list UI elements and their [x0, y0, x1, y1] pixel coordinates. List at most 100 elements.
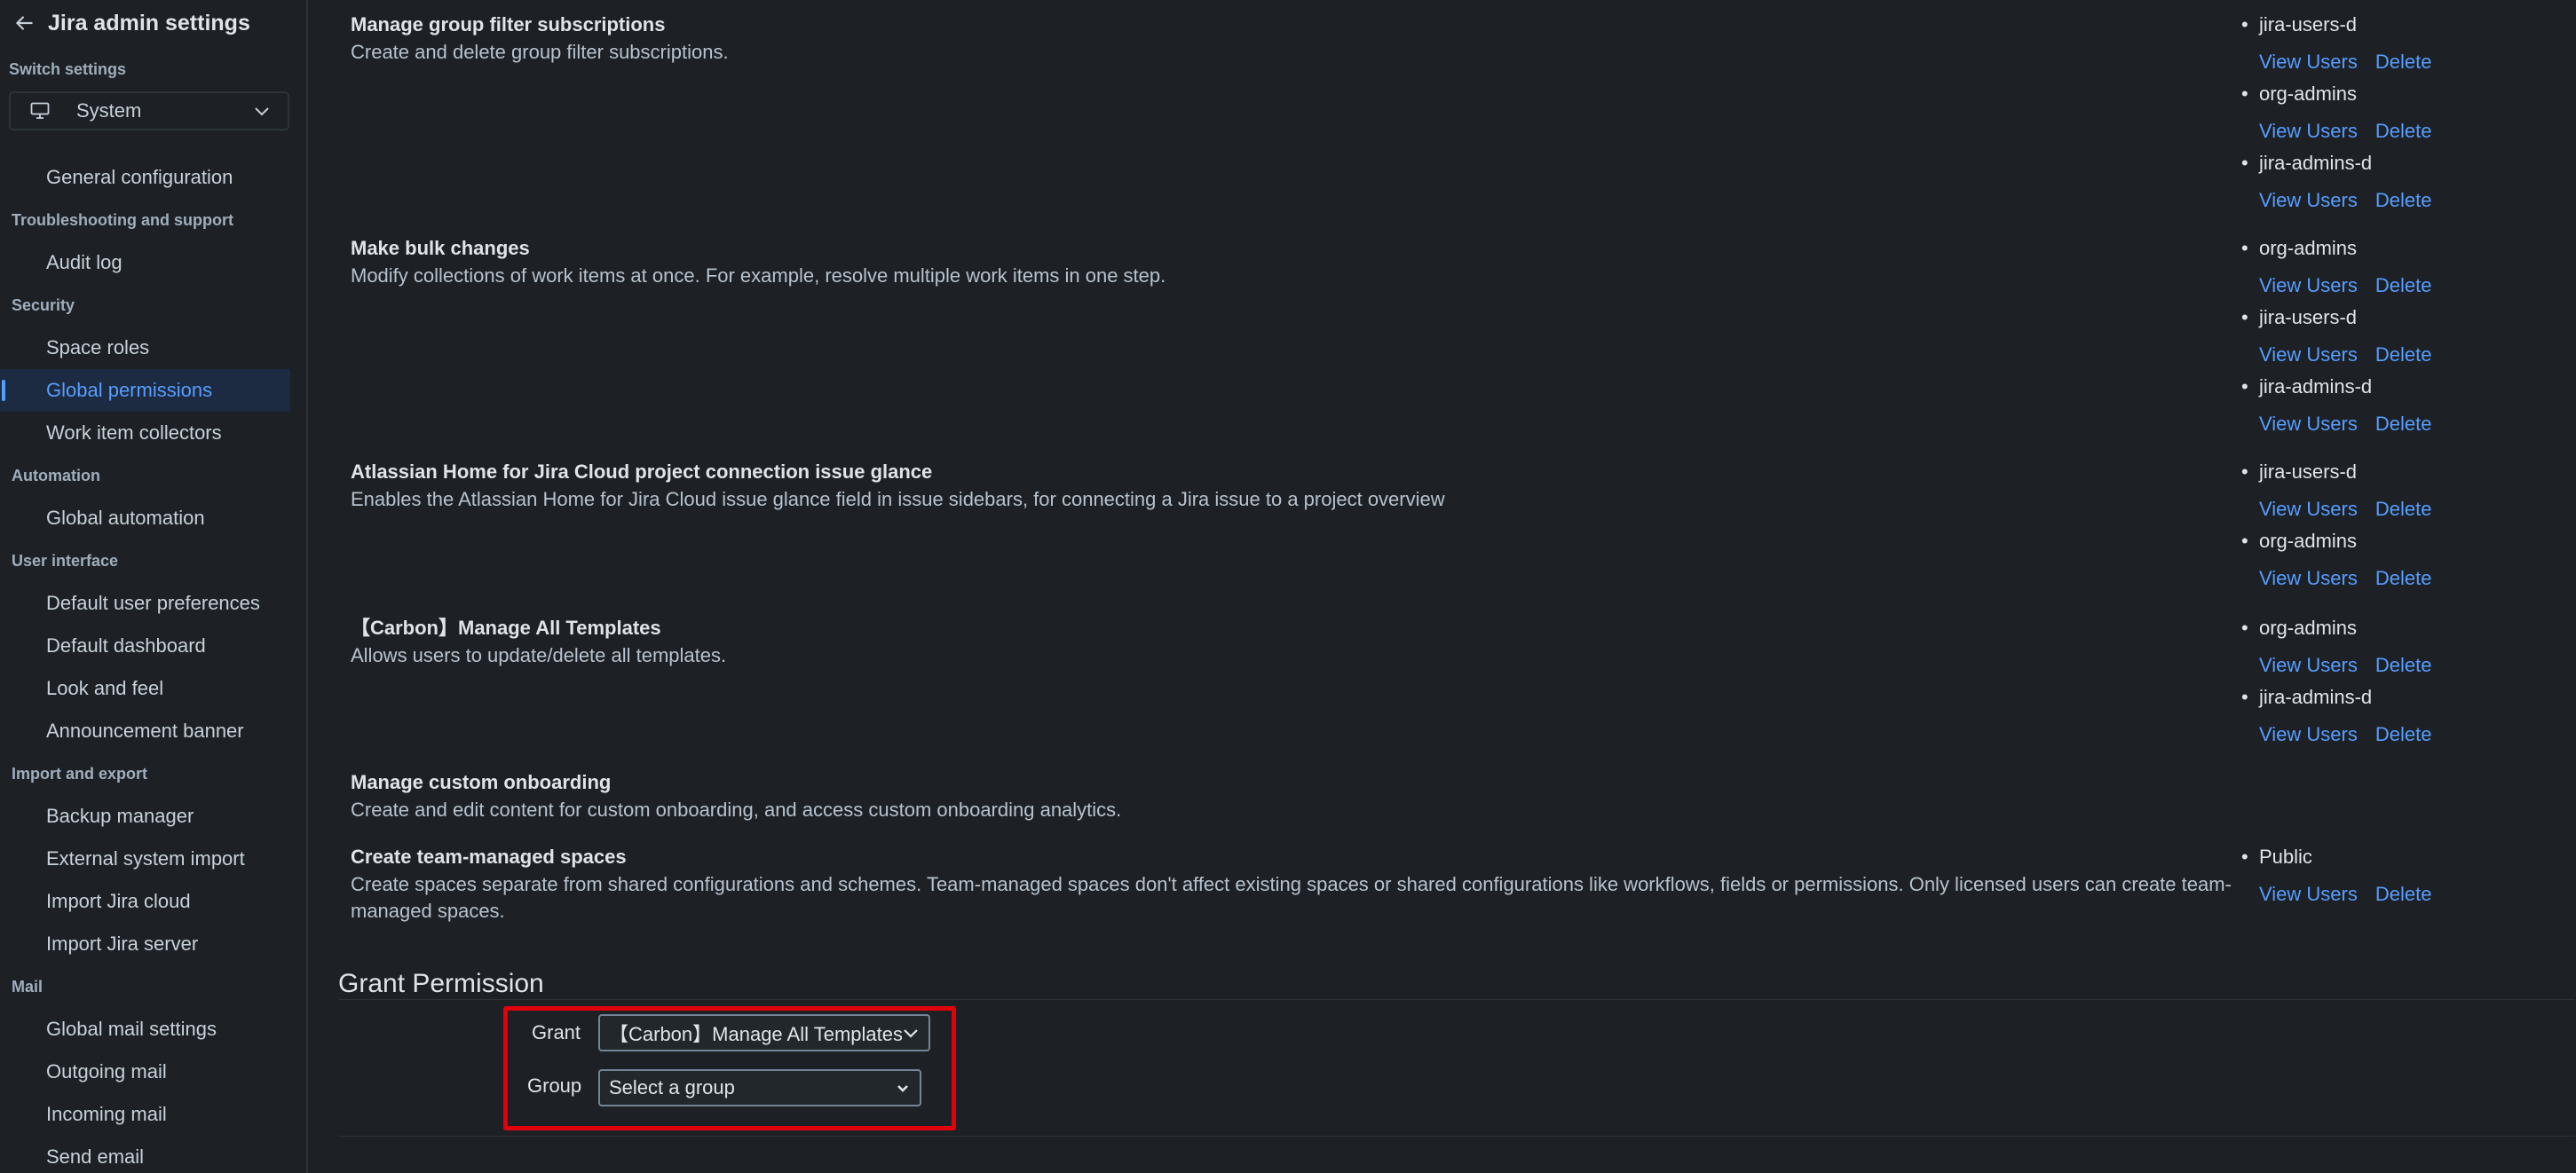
- sidebar-item-work-item-collectors[interactable]: Work item collectors: [0, 412, 290, 454]
- sidebar-item-default-dashboard[interactable]: Default dashboard: [0, 625, 290, 667]
- sidebar-item-import-jira-cloud[interactable]: Import Jira cloud: [0, 880, 290, 923]
- back-arrow-icon[interactable]: [12, 11, 37, 35]
- group-name: jira-users-d: [2241, 305, 2525, 330]
- permission-title: 【Carbon】Manage All Templates: [351, 617, 661, 639]
- monitor-icon: [30, 101, 53, 121]
- delete-link[interactable]: Delete: [2375, 343, 2432, 366]
- grant-permission-form: Grant 【Carbon】Manage All Templates Group…: [503, 1006, 956, 1130]
- view-users-link[interactable]: View Users: [2259, 51, 2358, 73]
- delete-link[interactable]: Delete: [2375, 498, 2432, 520]
- group-name: org-admins: [2241, 236, 2525, 261]
- sidebar-item-global-permissions[interactable]: Global permissions: [0, 369, 290, 412]
- group-actions: View Users Delete: [2241, 882, 2525, 907]
- view-users-link[interactable]: View Users: [2259, 654, 2358, 676]
- sidebar-item-space-roles[interactable]: Space roles: [0, 327, 290, 369]
- delete-link[interactable]: Delete: [2375, 654, 2432, 676]
- nav-section-heading: Security: [12, 295, 75, 314]
- divider: [338, 999, 2575, 1000]
- group-entry: jira-admins-d View Users Delete: [2241, 685, 2525, 754]
- view-users-link[interactable]: View Users: [2259, 883, 2358, 905]
- sidebar-item-global-mail-settings[interactable]: Global mail settings: [0, 1008, 290, 1051]
- permission-description: Allows users to update/delete all templa…: [351, 644, 727, 666]
- group-entry: Public View Users Delete: [2241, 845, 2525, 914]
- permission-groups: jira-users-d View Users Delete org-admins Vi…: [2241, 12, 2525, 220]
- main-content: Manage group filter subscriptions Create …: [308, 0, 2576, 1173]
- sidebar-nav: General configuration Troubleshooting and…: [0, 156, 306, 1173]
- group-actions: View Users Delete: [2241, 188, 2525, 213]
- delete-link[interactable]: Delete: [2375, 51, 2432, 73]
- view-users-link[interactable]: View Users: [2259, 274, 2358, 296]
- grant-select[interactable]: 【Carbon】Manage All Templates: [598, 1014, 930, 1051]
- sidebar-item-audit-log[interactable]: Audit log: [0, 241, 290, 284]
- permission-title: Atlassian Home for Jira Cloud project co…: [351, 461, 933, 483]
- grant-permission-heading: Grant Permission: [338, 969, 544, 998]
- delete-link[interactable]: Delete: [2375, 723, 2432, 745]
- chevron-down-icon: [254, 106, 270, 116]
- group-label: Group: [527, 1075, 582, 1097]
- nav-section-heading: Troubleshooting and support: [12, 210, 233, 229]
- view-users-link[interactable]: View Users: [2259, 413, 2358, 435]
- chevron-down-icon: [902, 1025, 920, 1041]
- sidebar-item-global-automation[interactable]: Global automation: [0, 497, 290, 539]
- chevron-down-icon: [895, 1080, 911, 1096]
- group-name: org-admins: [2241, 616, 2525, 641]
- group-name: jira-admins-d: [2241, 374, 2525, 399]
- settings-switcher[interactable]: System: [9, 91, 289, 130]
- sidebar: Jira admin settings Switch settings Syst…: [0, 0, 308, 1173]
- group-name: jira-admins-d: [2241, 151, 2525, 176]
- sidebar-item-look-and-feel[interactable]: Look and feel: [0, 667, 290, 710]
- sidebar-item-general-configuration[interactable]: General configuration: [0, 156, 290, 199]
- group-actions: View Users Delete: [2241, 497, 2525, 522]
- sidebar-item-announcement-banner[interactable]: Announcement banner: [0, 710, 290, 752]
- permission-title: Manage custom onboarding: [351, 771, 612, 793]
- view-users-link[interactable]: View Users: [2259, 498, 2358, 520]
- view-users-link[interactable]: View Users: [2259, 723, 2358, 745]
- sidebar-item-default-user-preferences[interactable]: Default user preferences: [0, 582, 290, 625]
- sidebar-item-outgoing-mail[interactable]: Outgoing mail: [0, 1051, 290, 1093]
- delete-link[interactable]: Delete: [2375, 883, 2432, 905]
- group-select[interactable]: Select a group: [598, 1069, 921, 1106]
- sidebar-item-send-email[interactable]: Send email: [0, 1136, 290, 1173]
- group-entry: jira-users-d View Users Delete: [2241, 305, 2525, 374]
- group-actions: View Users Delete: [2241, 119, 2525, 144]
- permission-info: Manage group filter subscriptions Create …: [351, 12, 2277, 66]
- divider: [338, 1136, 2575, 1137]
- permission-title: Make bulk changes: [351, 237, 530, 259]
- group-entry: jira-admins-d View Users Delete: [2241, 374, 2525, 444]
- permission-info: Atlassian Home for Jira Cloud project co…: [351, 460, 2277, 513]
- permission-groups: org-admins View Users Delete jira-admins-d V…: [2241, 616, 2525, 754]
- view-users-link[interactable]: View Users: [2259, 189, 2358, 211]
- group-name: jira-users-d: [2241, 460, 2525, 484]
- group-actions: View Users Delete: [2241, 50, 2525, 75]
- group-name: jira-users-d: [2241, 12, 2525, 37]
- delete-link[interactable]: Delete: [2375, 567, 2432, 589]
- view-users-link[interactable]: View Users: [2259, 567, 2358, 589]
- sidebar-item-backup-manager[interactable]: Backup manager: [0, 795, 290, 838]
- group-actions: View Users Delete: [2241, 722, 2525, 747]
- group-entry: org-admins View Users Delete: [2241, 236, 2525, 305]
- permission-description: Create and edit content for custom onboa…: [351, 799, 1122, 821]
- delete-link[interactable]: Delete: [2375, 413, 2432, 435]
- permission-groups: jira-users-d View Users Delete org-admins Vi…: [2241, 460, 2525, 598]
- group-actions: View Users Delete: [2241, 566, 2525, 591]
- group-entry: jira-users-d View Users Delete: [2241, 460, 2525, 529]
- view-users-link[interactable]: View Users: [2259, 343, 2358, 366]
- delete-link[interactable]: Delete: [2375, 189, 2432, 211]
- view-users-link[interactable]: View Users: [2259, 120, 2358, 142]
- sidebar-item-external-system-import[interactable]: External system import: [0, 838, 290, 880]
- group-entry: org-admins View Users Delete: [2241, 529, 2525, 598]
- group-entry: jira-users-d View Users Delete: [2241, 12, 2525, 82]
- delete-link[interactable]: Delete: [2375, 274, 2432, 296]
- permission-description: Enables the Atlassian Home for Jira Clou…: [351, 488, 1445, 510]
- group-name: jira-admins-d: [2241, 685, 2525, 710]
- sidebar-item-import-jira-server[interactable]: Import Jira server: [0, 923, 290, 965]
- group-name: org-admins: [2241, 82, 2525, 106]
- group-entry: org-admins View Users Delete: [2241, 82, 2525, 151]
- group-entry: org-admins View Users Delete: [2241, 616, 2525, 685]
- permission-info: Manage custom onboarding Create and edit …: [351, 770, 2277, 823]
- sidebar-item-incoming-mail[interactable]: Incoming mail: [0, 1093, 290, 1136]
- group-entry: jira-admins-d View Users Delete: [2241, 151, 2525, 220]
- delete-link[interactable]: Delete: [2375, 120, 2432, 142]
- group-name: Public: [2241, 845, 2525, 870]
- sidebar-header: Jira admin settings: [12, 7, 250, 39]
